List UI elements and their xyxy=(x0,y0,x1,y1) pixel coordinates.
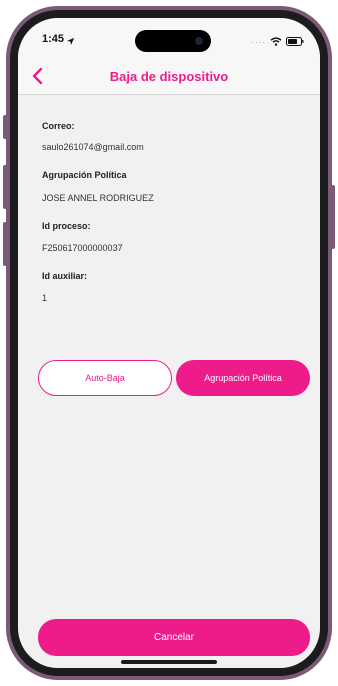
home-indicator[interactable] xyxy=(121,660,217,664)
status-time: 1:45 xyxy=(42,33,65,45)
process-id-label: Id proceso: xyxy=(42,221,91,231)
status-bar: 1:45 ···· xyxy=(18,18,320,60)
dynamic-island xyxy=(135,30,211,52)
camera-icon xyxy=(195,37,203,45)
auxiliary-id-label: Id auxiliar: xyxy=(42,271,88,281)
page-title: Baja de dispositivo xyxy=(109,69,229,84)
screen: 1:45 ···· Baja de dispositivo Correo: sa… xyxy=(18,18,320,668)
status-icons: ···· xyxy=(251,33,304,51)
volume-up-button xyxy=(3,165,7,209)
silent-switch xyxy=(3,115,7,139)
battery-icon xyxy=(286,33,304,51)
volume-down-button xyxy=(3,222,7,266)
signal-dots-icon: ···· xyxy=(251,37,266,47)
process-id-value: F250617000000037 xyxy=(42,243,123,253)
wifi-icon xyxy=(270,33,282,51)
political-group-label: Agrupación Política xyxy=(42,170,127,180)
location-arrow-icon xyxy=(66,33,75,51)
political-group-value: JOSE ANNEL RODRIGUEZ xyxy=(42,193,154,203)
email-value: saulo261074@gmail.com xyxy=(42,142,144,152)
auto-baja-button[interactable]: Auto-Baja xyxy=(38,360,172,396)
cancel-button[interactable]: Cancelar xyxy=(38,619,310,656)
power-button xyxy=(331,185,335,249)
email-label: Correo: xyxy=(42,121,75,131)
nav-bar: Baja de dispositivo xyxy=(18,60,320,95)
political-group-button[interactable]: Agrupación Política xyxy=(176,360,310,396)
auxiliary-id-value: 1 xyxy=(42,293,48,303)
